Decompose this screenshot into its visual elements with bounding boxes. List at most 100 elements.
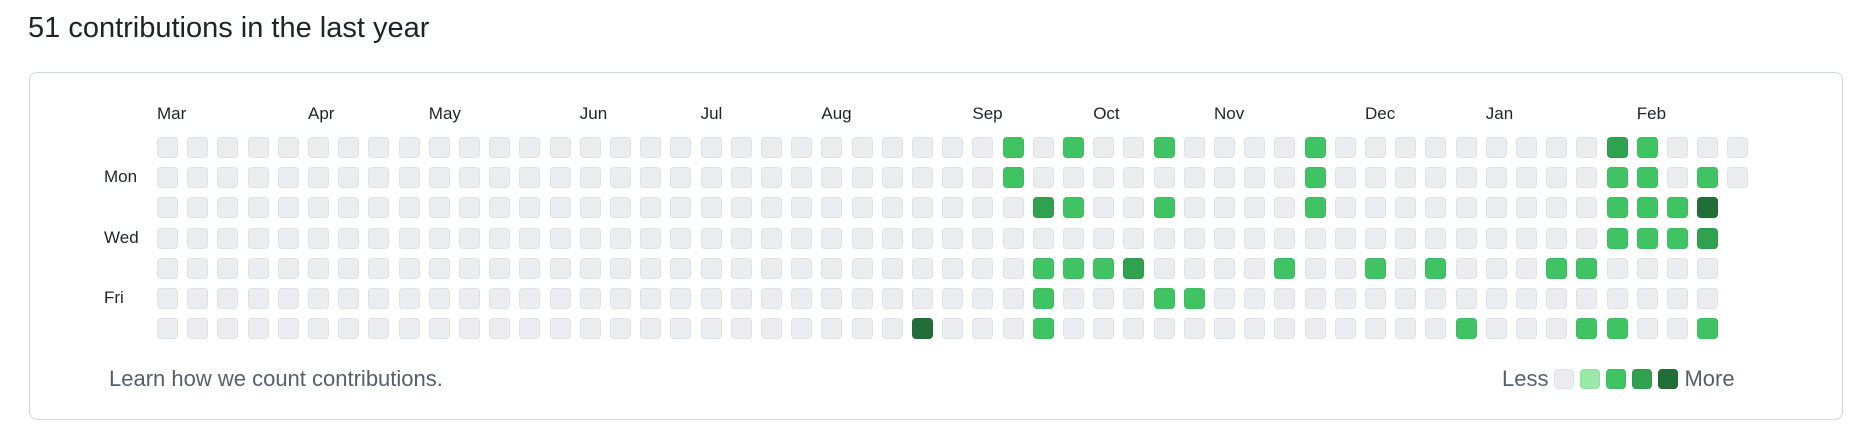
- contribution-day-cell[interactable]: [851, 288, 873, 309]
- contribution-day-cell[interactable]: [1425, 288, 1447, 309]
- contribution-day-cell[interactable]: [157, 288, 178, 309]
- contribution-day-cell[interactable]: [1697, 257, 1719, 279]
- contribution-day-cell[interactable]: [459, 257, 480, 279]
- contribution-day-cell[interactable]: [972, 318, 994, 340]
- contribution-day-cell[interactable]: [1153, 318, 1175, 340]
- contribution-day-cell[interactable]: [549, 227, 571, 249]
- contribution-day-cell[interactable]: [1425, 227, 1447, 249]
- contribution-day-cell[interactable]: [1063, 318, 1084, 340]
- contribution-day-cell[interactable]: [1274, 167, 1296, 189]
- contribution-day-cell[interactable]: [1697, 227, 1719, 249]
- contribution-day-cell[interactable]: [519, 227, 541, 249]
- contribution-day-cell[interactable]: [1455, 137, 1477, 158]
- contribution-day-cell[interactable]: [489, 288, 511, 309]
- contribution-day-cell[interactable]: [1546, 257, 1568, 279]
- contribution-day-cell[interactable]: [1244, 257, 1266, 279]
- contribution-day-cell[interactable]: [700, 257, 722, 279]
- contribution-day-cell[interactable]: [1516, 197, 1537, 219]
- contribution-day-cell[interactable]: [972, 227, 994, 249]
- contribution-day-cell[interactable]: [277, 318, 299, 340]
- contribution-day-cell[interactable]: [368, 227, 390, 249]
- contribution-day-cell[interactable]: [277, 167, 299, 189]
- contribution-day-cell[interactable]: [1455, 227, 1477, 249]
- contribution-day-cell[interactable]: [579, 227, 601, 249]
- contribution-day-cell[interactable]: [791, 227, 813, 249]
- contribution-day-cell[interactable]: [1395, 137, 1417, 158]
- contribution-day-cell[interactable]: [579, 197, 601, 219]
- contribution-day-cell[interactable]: [579, 167, 601, 189]
- contribution-day-cell[interactable]: [398, 227, 420, 249]
- contribution-day-cell[interactable]: [1002, 197, 1024, 219]
- contribution-day-cell[interactable]: [247, 197, 269, 219]
- contribution-day-cell[interactable]: [1093, 227, 1115, 249]
- contribution-day-cell[interactable]: [519, 137, 541, 158]
- contribution-day-cell[interactable]: [308, 167, 329, 189]
- contribution-day-cell[interactable]: [308, 257, 329, 279]
- contribution-day-cell[interactable]: [549, 288, 571, 309]
- contribution-day-cell[interactable]: [1063, 167, 1084, 189]
- contribution-day-cell[interactable]: [1455, 197, 1477, 219]
- contribution-day-cell[interactable]: [459, 288, 480, 309]
- contribution-day-cell[interactable]: [821, 197, 843, 219]
- contribution-day-cell[interactable]: [247, 137, 269, 158]
- contribution-day-cell[interactable]: [187, 167, 209, 189]
- contribution-day-cell[interactable]: [670, 227, 692, 249]
- contribution-day-cell[interactable]: [1455, 167, 1477, 189]
- contribution-day-cell[interactable]: [851, 257, 873, 279]
- contribution-day-cell[interactable]: [1395, 318, 1417, 340]
- contribution-day-cell[interactable]: [1576, 137, 1598, 158]
- learn-how-we-count-link[interactable]: Learn how we count contributions.: [109, 366, 443, 392]
- contribution-day-cell[interactable]: [1365, 288, 1386, 309]
- contribution-day-cell[interactable]: [1455, 257, 1477, 279]
- contribution-day-cell[interactable]: [791, 318, 813, 340]
- contribution-day-cell[interactable]: [700, 137, 722, 158]
- contribution-day-cell[interactable]: [1697, 288, 1719, 309]
- contribution-day-cell[interactable]: [881, 227, 903, 249]
- contribution-day-cell[interactable]: [549, 257, 571, 279]
- contribution-day-cell[interactable]: [851, 167, 873, 189]
- contribution-day-cell[interactable]: [972, 257, 994, 279]
- contribution-day-cell[interactable]: [1304, 318, 1326, 340]
- contribution-day-cell[interactable]: [549, 167, 571, 189]
- contribution-day-cell[interactable]: [247, 167, 269, 189]
- contribution-day-cell[interactable]: [187, 227, 209, 249]
- contribution-day-cell[interactable]: [1032, 318, 1054, 340]
- contribution-day-cell[interactable]: [1667, 137, 1688, 158]
- contribution-day-cell[interactable]: [942, 288, 964, 309]
- contribution-day-cell[interactable]: [821, 227, 843, 249]
- contribution-day-cell[interactable]: [368, 288, 390, 309]
- contribution-day-cell[interactable]: [1485, 288, 1507, 309]
- contribution-day-cell[interactable]: [338, 318, 360, 340]
- contribution-day-cell[interactable]: [881, 288, 903, 309]
- contribution-day-cell[interactable]: [730, 257, 752, 279]
- contribution-day-cell[interactable]: [1395, 227, 1417, 249]
- contribution-day-cell[interactable]: [640, 137, 662, 158]
- contribution-day-cell[interactable]: [730, 227, 752, 249]
- contribution-day-cell[interactable]: [821, 257, 843, 279]
- contribution-day-cell[interactable]: [428, 318, 450, 340]
- contribution-day-cell[interactable]: [1606, 227, 1628, 249]
- contribution-day-cell[interactable]: [761, 227, 782, 249]
- contribution-day-cell[interactable]: [1153, 137, 1175, 158]
- contribution-day-cell[interactable]: [398, 257, 420, 279]
- contribution-day-cell[interactable]: [1606, 318, 1628, 340]
- contribution-day-cell[interactable]: [1576, 197, 1598, 219]
- contribution-day-cell[interactable]: [972, 288, 994, 309]
- contribution-day-cell[interactable]: [1214, 288, 1235, 309]
- contribution-day-cell[interactable]: [1183, 288, 1205, 309]
- contribution-day-cell[interactable]: [1576, 227, 1598, 249]
- contribution-day-cell[interactable]: [277, 227, 299, 249]
- contribution-day-cell[interactable]: [1093, 288, 1115, 309]
- contribution-day-cell[interactable]: [912, 227, 933, 249]
- contribution-day-cell[interactable]: [821, 288, 843, 309]
- contribution-day-cell[interactable]: [1395, 197, 1417, 219]
- contribution-day-cell[interactable]: [217, 137, 239, 158]
- contribution-day-cell[interactable]: [1153, 167, 1175, 189]
- contribution-day-cell[interactable]: [489, 257, 511, 279]
- contribution-day-cell[interactable]: [1334, 257, 1356, 279]
- contribution-day-cell[interactable]: [1002, 257, 1024, 279]
- contribution-day-cell[interactable]: [1455, 288, 1477, 309]
- contribution-day-cell[interactable]: [1032, 257, 1054, 279]
- contribution-day-cell[interactable]: [368, 318, 390, 340]
- contribution-day-cell[interactable]: [1697, 197, 1719, 219]
